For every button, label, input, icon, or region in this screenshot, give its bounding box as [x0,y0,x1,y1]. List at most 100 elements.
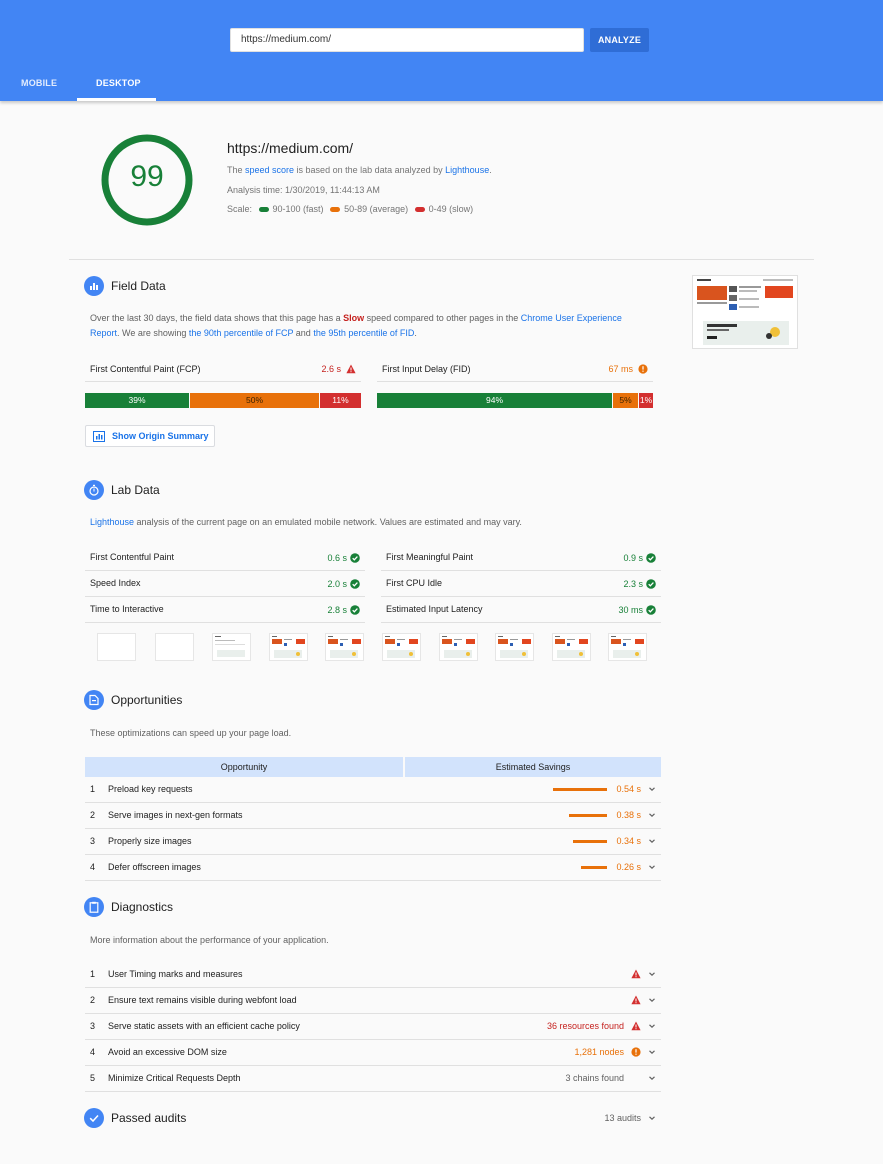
slow-label: Slow [343,313,365,323]
scale-label: Scale: [227,204,253,214]
show-origin-summary-button[interactable]: Show Origin Summary [85,425,215,447]
average-dot-icon [330,207,341,213]
row-number: 3 [90,836,96,846]
desc-text: The [227,165,246,175]
fcp-percentile-link[interactable]: the 90th percentile of FCP [189,328,293,338]
scale-slow: 0-49 (slow) [428,204,474,214]
opportunity-row[interactable]: 1 Preload key requests 0.54 s [85,777,661,803]
passed-audits-toggle[interactable]: 13 audits [560,1113,661,1127]
row-number: 1 [90,969,96,979]
metric-value: 2.0 s [327,579,347,589]
chevron-down-icon [649,998,655,1003]
warning-icon [346,364,356,374]
lighthouse-link[interactable]: Lighthouse [90,517,134,527]
row-value: 0.34 s [616,836,641,846]
opportunity-row[interactable]: 2 Serve images in next-gen formats 0.38 … [85,803,661,829]
fid-fast-bar: 94% [377,393,612,408]
info-icon [638,364,648,374]
warning-icon [631,1021,641,1031]
fid-value: 67 ms [608,364,633,374]
fcp-value: 2.6 s [321,364,341,374]
chevron-down-icon [649,972,655,977]
fid-average-bar: 5% [613,393,638,408]
passed-audits-title: Passed audits [111,1111,187,1125]
field-data-title: Field Data [111,279,166,293]
tab-desktop[interactable]: DESKTOP [96,78,141,88]
row-label: Ensure text remains visible during webfo… [108,995,297,1005]
fcp-label: First Contentful Paint (FCP) [90,364,201,374]
row-value: 0.38 s [616,810,641,820]
lighthouse-link[interactable]: Lighthouse [445,165,489,175]
origin-summary-icon [93,431,105,442]
savings-bar [581,866,607,869]
opportunity-row[interactable]: 4 Defer offscreen images 0.26 s [85,855,661,881]
fcp-average-bar: 50% [190,393,319,408]
diagnostic-row[interactable]: 1 User Timing marks and measures [85,962,661,988]
row-value: 3 chains found [565,1073,624,1083]
lab-metric-fcp: First Contentful Paint 0.6 s [85,545,365,571]
desc-text: analysis of the current page on an emula… [134,517,522,527]
warning-icon [631,969,641,979]
metric-label: First Contentful Paint [90,552,175,562]
row-number: 5 [90,1073,96,1083]
tab-mobile[interactable]: MOBILE [21,78,57,88]
scale-average: 50-89 (average) [344,204,409,214]
desc-text: Over the last 30 days, the field data sh… [90,313,344,323]
filmstrip-frame [155,633,194,661]
fcp-slow-bar: 11% [320,393,361,408]
desc-text: . [414,328,417,338]
metric-label: Estimated Input Latency [386,604,483,614]
filmstrip-frame [382,633,421,661]
url-input[interactable]: https://medium.com/ [230,28,584,52]
diagnostic-row[interactable]: 3 Serve static assets with an efficient … [85,1014,661,1040]
row-value: 36 resources found [546,1021,624,1031]
row-label: Serve static assets with an efficient ca… [108,1021,300,1031]
row-label: Properly size images [108,836,192,846]
row-number: 3 [90,1021,96,1031]
desc-text: and [293,328,314,338]
row-value: 0.54 s [616,784,641,794]
info-icon [631,1047,641,1057]
check-icon [350,553,360,563]
bar-chart-icon [84,276,104,296]
diagnostic-row[interactable]: 5 Minimize Critical Requests Depth 3 cha… [85,1066,661,1092]
row-value: 1,281 nodes [574,1047,624,1057]
passed-audits-count: 13 audits [604,1113,641,1123]
crux-link-cont[interactable]: Report [90,328,117,338]
diagnostic-row[interactable]: 2 Ensure text remains visible during web… [85,988,661,1014]
fid-percentile-link[interactable]: the 95th percentile of FID [313,328,414,338]
row-label: Serve images in next-gen formats [108,810,243,820]
filmstrip-frame [325,633,364,661]
row-label: Avoid an excessive DOM size [108,1047,227,1057]
row-label: Defer offscreen images [108,862,201,872]
savings-bar [569,814,607,817]
crux-link[interactable]: Chrome User Experience [521,313,622,323]
fid-label: First Input Delay (FID) [382,364,471,374]
metric-label: First CPU Idle [386,578,443,588]
chevron-down-icon [649,1116,655,1121]
lab-metric-input-latency: Estimated Input Latency 30 ms [381,597,661,623]
diagnostics-description: More information about the performance o… [90,935,329,945]
metric-label: First Meaningful Paint [386,552,474,562]
lab-metric-first-cpu-idle: First CPU Idle 2.3 s [381,571,661,597]
row-number: 2 [90,995,96,1005]
origin-summary-label: Show Origin Summary [112,431,209,441]
scale-fast: 90-100 (fast) [272,204,324,214]
metric-value: 2.3 s [623,579,643,589]
opportunity-row[interactable]: 3 Properly size images 0.34 s [85,829,661,855]
speed-score-link[interactable]: speed score [245,165,294,175]
diagnostic-row[interactable]: 4 Avoid an excessive DOM size 1,281 node… [85,1040,661,1066]
opportunities-icon [84,690,104,710]
checkmark-icon [84,1108,104,1128]
analyze-button[interactable]: ANALYZE [590,28,649,52]
row-number: 2 [90,810,96,820]
opportunities-title: Opportunities [111,693,183,707]
stopwatch-icon [84,480,104,500]
opportunity-column-header: Opportunity [85,757,403,777]
divider [69,259,814,260]
slow-dot-icon [414,207,425,213]
row-value: 0.26 s [616,862,641,872]
metric-value: 0.9 s [623,553,643,563]
field-data-description: Over the last 30 days, the field data sh… [90,311,650,341]
row-number: 4 [90,862,96,872]
